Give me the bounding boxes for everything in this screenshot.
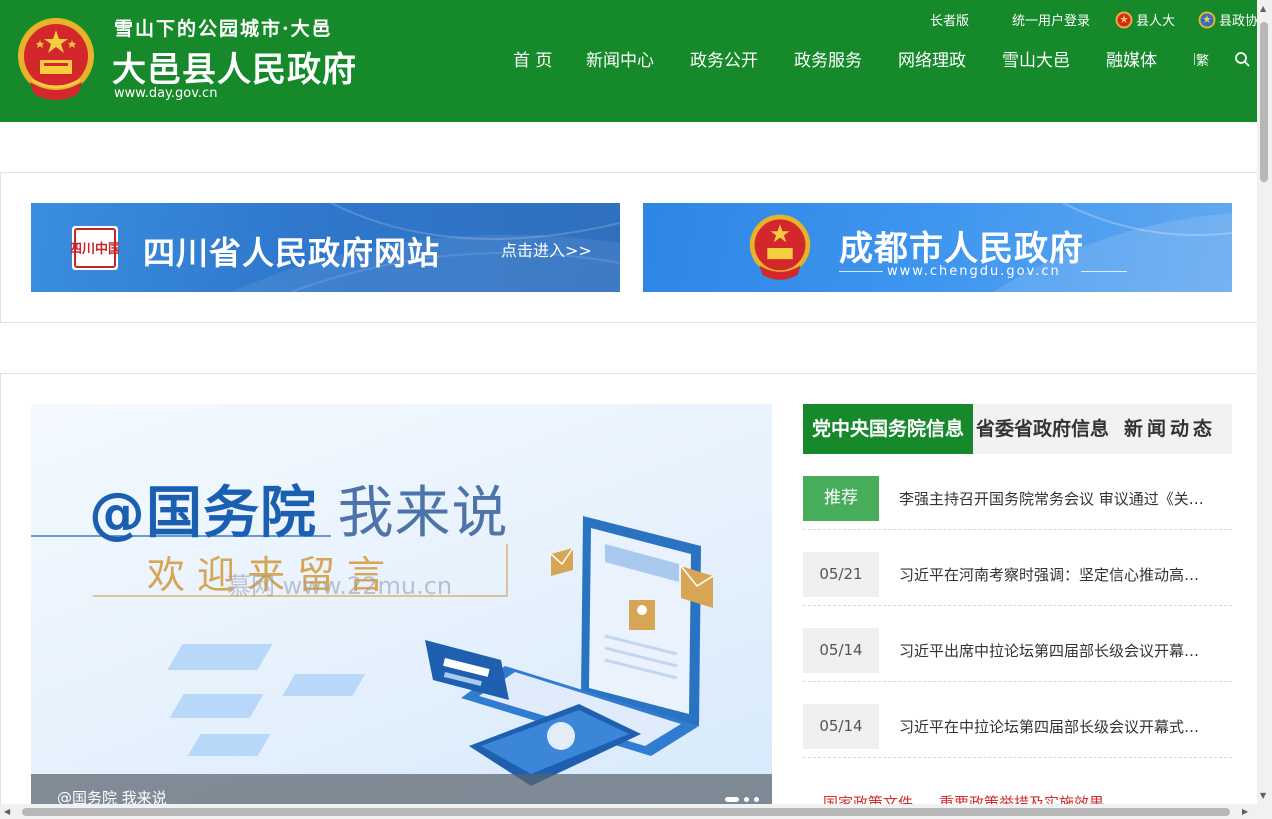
national-emblem-icon — [749, 214, 811, 280]
news-date: 05/21 — [803, 552, 879, 597]
news-date: 05/14 — [803, 704, 879, 749]
search-icon[interactable] — [1234, 51, 1250, 67]
news-item[interactable]: 05/21 习近平在河南考察时强调：坚定信心推动高质量发展 — [803, 530, 1232, 606]
nav-item-gov-service[interactable]: 政务服务 — [794, 46, 862, 71]
sichuan-banner-title: 四川省人民政府网站 — [143, 234, 441, 272]
county-congress-link[interactable]: 县人大 — [1115, 10, 1175, 29]
news-title[interactable]: 李强主持召开国务院常务会议 审议通过《关于加快发展服务业的意见》 — [899, 488, 1209, 509]
featured-badge: 推荐 — [803, 476, 879, 521]
sichuan-seal-text: 四川中国 — [71, 241, 119, 257]
nav-item-gov-open[interactable]: 政务公开 — [690, 46, 758, 71]
county-congress-label: 县人大 — [1136, 14, 1176, 29]
nav-item-home[interactable]: 首 页 — [513, 46, 552, 71]
elder-version-label: 长者版 — [930, 14, 970, 29]
scroll-up-arrow-icon[interactable]: ▲ — [1260, 4, 1266, 13]
news-carousel[interactable]: @国务院 我来说 欢迎来留言 慕网 www.22mu.cn @国务院 我来说 — [31, 404, 772, 804]
sichuan-enter-link[interactable]: 点击进入>> — [501, 237, 592, 261]
news-item[interactable]: 推荐 李强主持召开国务院常务会议 审议通过《关于加快发展服务业的意见》 — [803, 454, 1232, 530]
carousel-illustration — [31, 516, 714, 786]
nav-item-online-admin[interactable]: 网络理政 — [898, 46, 966, 71]
tab-provincial-gov[interactable]: 省委省政府信息 — [976, 404, 1109, 454]
news-title[interactable]: 习近平在河南考察时强调：坚定信心推动高质量发展 — [899, 564, 1209, 585]
nav-divider — [1194, 53, 1195, 65]
carousel-dot[interactable] — [754, 797, 759, 802]
county-cppcc-label: 县政协 — [1219, 14, 1259, 29]
news-tabs: 党中央国务院信息 省委省政府信息 新闻动态 — [803, 404, 1232, 454]
unified-login-link[interactable]: 统一用户登录 — [1012, 10, 1090, 29]
mini-emblem-icon — [1198, 11, 1216, 28]
site-domain: www.day.gov.cn — [114, 86, 218, 101]
carousel-dot[interactable] — [744, 797, 749, 802]
elder-version-link[interactable]: 长者版 — [930, 10, 969, 29]
national-emblem-icon[interactable] — [16, 16, 96, 104]
news-date: 05/14 — [803, 628, 879, 673]
news-section: @国务院 我来说 欢迎来留言 慕网 www.22mu.cn @国务院 我来说 党… — [0, 373, 1257, 819]
chengdu-gov-banner[interactable]: 成都市人民政府 www.chengdu.gov.cn — [643, 203, 1232, 292]
chengdu-banner-domain: www.chengdu.gov.cn — [887, 264, 1061, 279]
news-item[interactable]: 05/14 习近平出席中拉论坛第四届部长级会议开幕式并发表主旨讲话 — [803, 606, 1232, 682]
sichuan-gov-banner[interactable]: 四川中国 四川省人民政府网站 点击进入>> — [31, 203, 620, 292]
divider-line — [1081, 271, 1127, 272]
scroll-down-arrow-icon[interactable]: ▼ — [1260, 791, 1266, 800]
scroll-left-arrow-icon[interactable]: ◀ — [4, 807, 10, 816]
site-title[interactable]: 大邑县人民政府 — [112, 42, 357, 91]
carousel-caption[interactable]: @国务院 我来说 — [57, 787, 167, 804]
traditional-chinese-toggle[interactable]: 繁 — [1196, 50, 1209, 69]
carousel-headline-thin: 我来说 — [337, 481, 509, 546]
tab-news-updates[interactable]: 新闻动态 — [1124, 404, 1216, 454]
tab-central-gov[interactable]: 党中央国务院信息 — [803, 404, 973, 454]
news-title[interactable]: 习近平在中拉论坛第四届部长级会议开幕式上的主旨讲话 — [899, 716, 1209, 737]
vertical-scroll-thumb[interactable] — [1260, 22, 1268, 182]
portal-banners: 四川中国 四川省人民政府网站 点击进入>> 成都市人民政府 www.chengd… — [0, 172, 1257, 323]
carousel-headline-main: @国务院 — [89, 481, 317, 546]
nav-item-media[interactable]: 融媒体 — [1106, 46, 1157, 71]
chengdu-banner-title: 成都市人民政府 — [839, 229, 1084, 269]
nav-item-snow-mountain[interactable]: 雪山大邑 — [1002, 46, 1070, 71]
carousel-caption-bar: @国务院 我来说 — [31, 774, 772, 804]
vertical-scrollbar[interactable]: ▲ ▼ — [1257, 0, 1272, 819]
page-viewport: 雪山下的公园城市·大邑 大邑县人民政府 www.day.gov.cn 长者版 统… — [0, 0, 1272, 819]
scroll-right-arrow-icon[interactable]: ▶ — [1242, 807, 1248, 816]
horizontal-scroll-thumb[interactable] — [22, 808, 1230, 816]
news-title[interactable]: 习近平出席中拉论坛第四届部长级会议开幕式并发表主旨讲话 — [899, 640, 1209, 661]
site-tagline: 雪山下的公园城市·大邑 — [114, 18, 333, 40]
unified-login-label: 统一用户登录 — [1012, 14, 1091, 29]
divider-line — [839, 271, 883, 272]
news-item[interactable]: 05/14 习近平在中拉论坛第四届部长级会议开幕式上的主旨讲话 — [803, 682, 1232, 758]
mini-emblem-icon — [1115, 11, 1133, 28]
nav-item-news-center[interactable]: 新闻中心 — [586, 46, 654, 71]
county-cppcc-link[interactable]: 县政协 — [1198, 10, 1258, 29]
horizontal-scrollbar[interactable]: ◀ ▶ — [0, 804, 1257, 819]
site-header: 雪山下的公园城市·大邑 大邑县人民政府 www.day.gov.cn 长者版 统… — [0, 0, 1258, 122]
image-watermark: 慕网 www.22mu.cn — [227, 572, 453, 600]
carousel-headline: @国务院 我来说 — [89, 468, 509, 549]
sichuan-seal-icon: 四川中国 — [71, 226, 119, 270]
carousel-dot-active[interactable] — [725, 797, 739, 802]
